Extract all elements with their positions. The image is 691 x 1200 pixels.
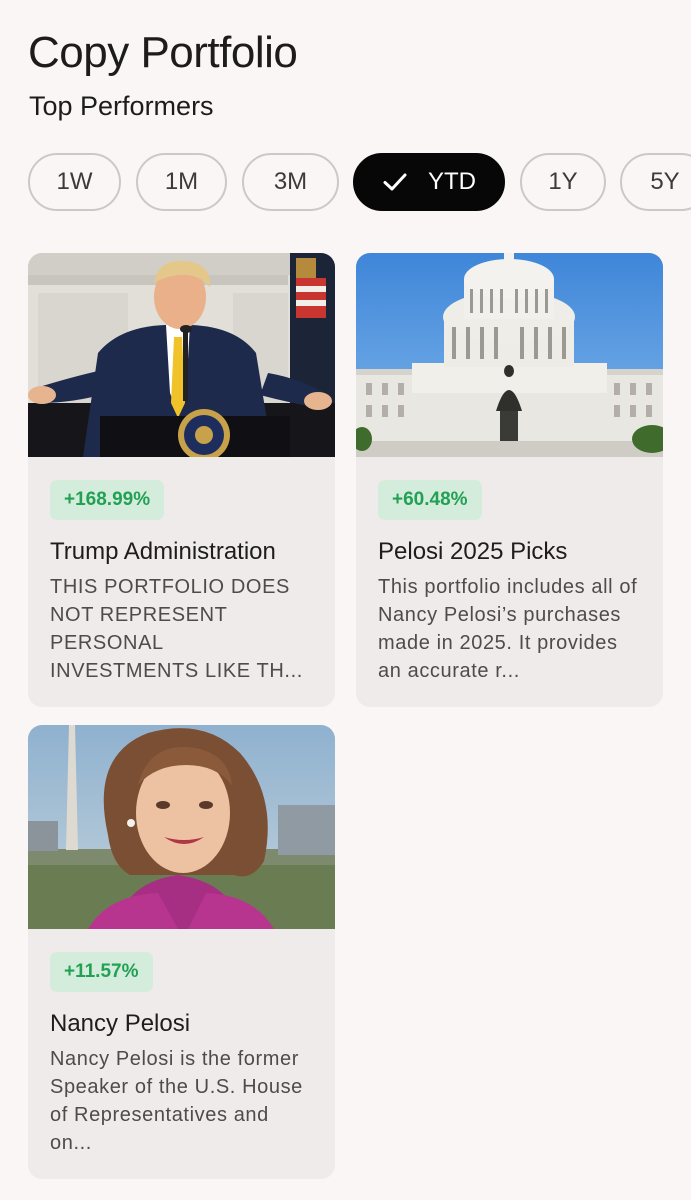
capitol-building-photo <box>356 253 663 457</box>
portfolio-card-trump-administration[interactable]: +168.99% Trump Administration THIS PORTF… <box>28 253 335 707</box>
filter-chip-ytd[interactable]: YTD <box>353 153 505 211</box>
filter-chip-label: 5Y <box>650 168 680 195</box>
gain-badge: +60.48% <box>378 480 482 520</box>
portfolio-card-pelosi-2025-picks[interactable]: +60.48% Pelosi 2025 Picks This portfolio… <box>356 253 663 707</box>
man-at-podium-photo <box>28 253 335 457</box>
portfolio-card-nancy-pelosi[interactable]: +11.57% Nancy Pelosi Nancy Pelosi is the… <box>28 725 335 1179</box>
filter-chip-label: 1M <box>164 168 199 195</box>
gain-badge: +168.99% <box>50 480 165 520</box>
filter-chip-label: 1W <box>56 168 93 195</box>
woman-portrait-photo <box>28 725 335 929</box>
portfolio-description: This portfolio includes all of Nancy Pel… <box>378 576 638 682</box>
portfolio-name: Nancy Pelosi <box>50 1010 191 1037</box>
filter-chip-label: 1Y <box>548 168 578 195</box>
filter-chip-1m[interactable]: 1M <box>136 153 227 211</box>
portfolio-description: THIS PORTFOLIO DOES NOT REPRESENT PERSON… <box>50 576 303 682</box>
portfolio-name: Pelosi 2025 Picks <box>378 538 568 565</box>
section-subtitle: Top Performers <box>29 91 214 121</box>
filter-chip-label: 3M <box>273 168 308 195</box>
filter-chip-3m[interactable]: 3M <box>242 153 339 211</box>
filter-chip-1y[interactable]: 1Y <box>520 153 606 211</box>
filter-chip-1w[interactable]: 1W <box>28 153 121 211</box>
portfolio-name: Trump Administration <box>50 538 276 565</box>
filter-chip-5y[interactable]: 5Y <box>620 153 691 211</box>
check-icon <box>382 169 408 195</box>
portfolio-description: Nancy Pelosi is the former Speaker of th… <box>50 1048 303 1154</box>
page-title: Copy Portfolio <box>28 28 298 77</box>
gain-badge: +11.57% <box>50 952 153 992</box>
timeframe-filter-row: 1W 1M 3M YTD 1Y 5Y <box>28 153 691 215</box>
filter-chip-label: YTD <box>428 168 476 195</box>
